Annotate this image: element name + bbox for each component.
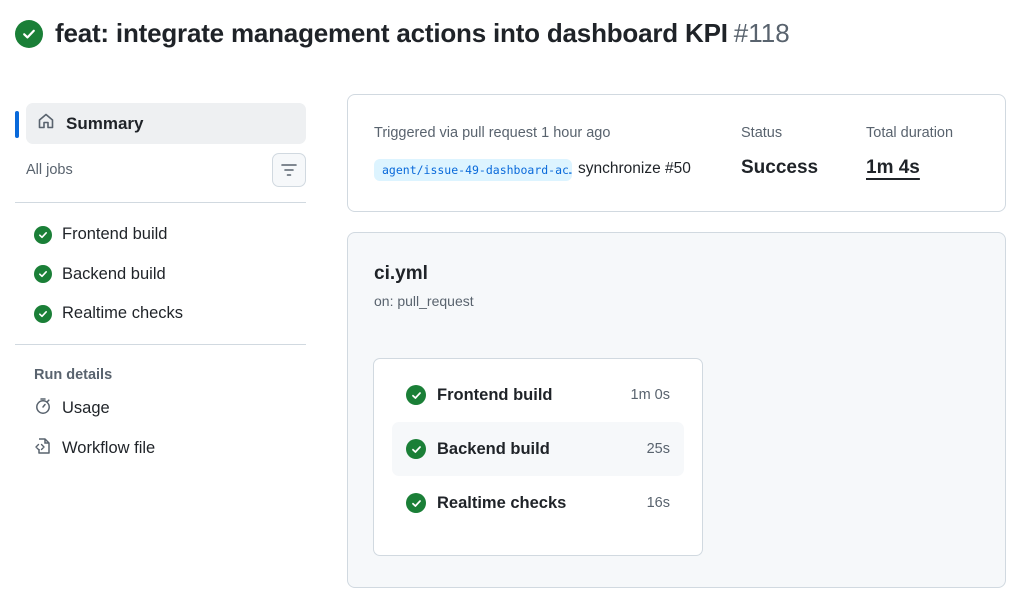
file-code-icon [34, 437, 52, 460]
sidebar-item-backend-build[interactable]: Backend build [34, 255, 306, 295]
job-list: Frontend build Backend build Realtime ch… [15, 203, 306, 344]
status-heading: Status [741, 125, 783, 141]
sidebar-item-realtime-checks[interactable]: Realtime checks [34, 294, 306, 334]
check-circle-icon [406, 385, 426, 405]
job-duration: 1m 0s [630, 387, 671, 403]
sidebar-item-label: Workflow file [62, 439, 156, 457]
branch-label[interactable]: agent/issue-49-dashboard-ac… [374, 159, 572, 181]
job-name: Frontend build [437, 385, 553, 404]
check-circle-icon [406, 493, 426, 513]
check-circle-icon [34, 304, 52, 323]
sidebar-item-usage[interactable]: Usage [15, 389, 306, 429]
sidebar-item-workflow-file[interactable]: Workflow file [15, 429, 306, 469]
sidebar-item-label: Summary [66, 113, 144, 133]
duration-heading: Total duration [866, 125, 954, 141]
sidebar-item-frontend-build[interactable]: Frontend build [34, 215, 306, 255]
sidebar-item-label: Backend build [62, 264, 166, 283]
workflow-trigger: on: pull_request [374, 293, 474, 309]
check-circle-icon [34, 265, 52, 284]
stopwatch-icon [34, 397, 52, 420]
duration-link[interactable]: 1m 4s [866, 157, 920, 179]
job-duration: 16s [646, 495, 670, 511]
run-number: #118 [733, 18, 790, 48]
job-name: Realtime checks [437, 493, 567, 512]
sidebar-item-label: Usage [62, 399, 110, 417]
filter-icon [281, 164, 297, 176]
job-row-frontend-build[interactable]: Frontend build 1m 0s [392, 368, 684, 422]
sidebar-item-summary[interactable]: Summary [15, 103, 306, 144]
check-circle-icon [34, 225, 52, 244]
job-row-backend-build[interactable]: Backend build 25s [392, 422, 684, 476]
event-label: synchronize #50 [578, 160, 691, 177]
job-duration: 25s [646, 441, 670, 457]
workflow-jobs-box: Frontend build 1m 0s Backend build 25s R… [373, 358, 703, 556]
sidebar: Summary All jobs Frontend build Backend … [15, 103, 306, 469]
check-circle-icon [406, 439, 426, 459]
page-title: feat: integrate management actions into … [55, 18, 728, 48]
all-jobs-label: All jobs [26, 162, 73, 178]
check-circle-icon [15, 19, 43, 48]
divider [15, 343, 306, 345]
home-icon [36, 111, 56, 136]
sidebar-item-label: Frontend build [62, 225, 168, 244]
trigger-info: Triggered via pull request 1 hour ago [374, 125, 611, 141]
run-summary-card: Triggered via pull request 1 hour ago ag… [347, 94, 1006, 212]
sidebar-item-label: Realtime checks [62, 304, 184, 323]
job-name: Backend build [437, 439, 550, 458]
workflow-name: ci.yml [374, 263, 428, 284]
workflow-graph-panel: ci.yml on: pull_request Frontend build 1… [347, 232, 1006, 588]
run-title-row: feat: integrate management actions into … [15, 18, 790, 49]
status-value: Success [741, 157, 819, 178]
active-indicator [15, 111, 19, 138]
run-details-heading: Run details [34, 366, 113, 383]
filter-button[interactable] [272, 153, 306, 187]
all-jobs-header: All jobs [15, 152, 306, 188]
job-row-realtime-checks[interactable]: Realtime checks 16s [392, 476, 684, 530]
